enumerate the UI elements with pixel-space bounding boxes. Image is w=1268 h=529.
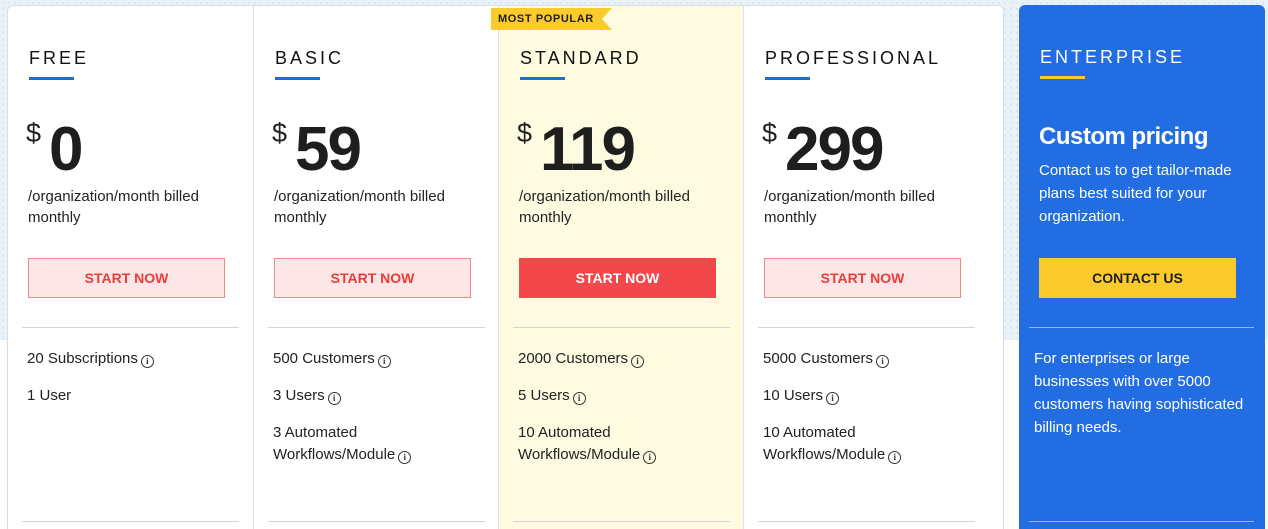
currency-symbol: $ (517, 118, 533, 148)
plan-name: BASIC (275, 48, 345, 68)
feature-list: 5000 Customers i 10 Users i 10 Automated W… (763, 348, 978, 481)
currency-symbol: $ (762, 118, 778, 148)
feature-text: 2000 Customers (518, 350, 629, 367)
price-amount: 119 (540, 115, 636, 184)
info-icon[interactable]: i (377, 355, 391, 368)
custom-pricing-heading: Custom pricing (1039, 123, 1209, 150)
plan-basic: BASIC $ 59 /organization/month billed mo… (253, 6, 498, 529)
divider (22, 521, 239, 522)
billing-period: /organization/month billed monthly (274, 188, 445, 226)
feature-text: 10 Automated Workflows/Module (763, 424, 886, 463)
feature-list: 20 Subscriptions i 1 User (27, 348, 242, 422)
divider (513, 521, 730, 522)
feature-item: 10 Users i (763, 385, 978, 407)
divider (22, 327, 239, 328)
start-now-button[interactable]: START NOW (519, 258, 716, 298)
plan-free: FREE $ 0 /organization/month billed mont… (8, 6, 253, 529)
billing-period: /organization/month billed monthly (519, 188, 690, 226)
start-now-button[interactable]: START NOW (274, 258, 471, 298)
feature-text: 5000 Customers (763, 350, 874, 367)
feature-text: 20 Subscriptions (27, 350, 138, 367)
plan-name: ENTERPRISE (1040, 47, 1186, 67)
plan-name-underline (765, 77, 810, 80)
info-icon[interactable]: i (572, 392, 586, 405)
feature-item: 3 Users i (273, 385, 488, 407)
plan-name: PROFESSIONAL (765, 48, 942, 68)
pricing-plans-card: FREE $ 0 /organization/month billed mont… (7, 5, 1004, 529)
feature-item: 2000 Customers i (518, 348, 733, 370)
plan-name: STANDARD (520, 48, 642, 68)
price-amount: 299 (785, 115, 884, 184)
divider (1029, 327, 1254, 328)
plan-name-underline (520, 77, 565, 80)
divider (268, 521, 485, 522)
feature-item: 5000 Customers i (763, 348, 978, 370)
billing-period: /organization/month billed monthly (28, 188, 199, 226)
divider (1029, 521, 1254, 522)
info-icon[interactable]: i (643, 451, 657, 464)
plan-standard: STANDARD $ 119 /organization/month bille… (498, 6, 743, 529)
currency-symbol: $ (26, 118, 42, 148)
feature-text: 10 Users (763, 387, 824, 404)
feature-item: 20 Subscriptions i (27, 348, 242, 370)
info-icon[interactable]: i (826, 392, 840, 405)
price-amount: 0 (49, 115, 84, 184)
price-amount: 59 (295, 115, 362, 184)
contact-us-button[interactable]: CONTACT US (1039, 258, 1236, 298)
plan-name: FREE (29, 48, 90, 68)
plan-professional: PROFESSIONAL $ 299 /organization/month b… (743, 6, 1003, 529)
feature-text: 5 Users (518, 387, 570, 404)
enterprise-note: For enterprises or large businesses with… (1034, 350, 1244, 436)
divider (758, 521, 975, 522)
feature-item: 5 Users i (518, 385, 733, 407)
feature-text: 1 User (27, 387, 72, 404)
billing-period: /organization/month billed monthly (764, 188, 935, 226)
info-icon[interactable]: i (631, 355, 645, 368)
feature-text: 3 Users (273, 387, 325, 404)
plan-name-underline (1040, 76, 1085, 79)
feature-item: 500 Customers i (273, 348, 488, 370)
most-popular-badge: MOST POPULAR (491, 8, 612, 30)
divider (758, 327, 975, 328)
feature-list: 2000 Customers i 5 Users i 10 Automated Wo… (518, 348, 733, 481)
feature-text: 10 Automated Workflows/Module (518, 424, 641, 463)
feature-item: 10 Automated Workflows/Module i (518, 422, 683, 466)
start-now-button[interactable]: START NOW (28, 258, 225, 298)
divider (513, 327, 730, 328)
feature-item: 1 User (27, 385, 242, 407)
plan-name-underline (29, 77, 74, 80)
feature-text: 500 Customers (273, 350, 375, 367)
plan-name-underline (275, 77, 320, 80)
enterprise-description: Contact us to get tailor-made plans best… (1039, 162, 1232, 225)
info-icon[interactable]: i (140, 355, 154, 368)
start-now-button[interactable]: START NOW (764, 258, 961, 298)
feature-item: 3 Automated Workflows/Module i (273, 422, 438, 466)
plan-enterprise: ENTERPRISE Custom pricing Contact us to … (1019, 5, 1265, 529)
info-icon[interactable]: i (327, 392, 341, 405)
feature-text: 3 Automated Workflows/Module (273, 424, 396, 463)
info-icon[interactable]: i (888, 451, 902, 464)
divider (268, 327, 485, 328)
info-icon[interactable]: i (876, 355, 890, 368)
feature-list: 500 Customers i 3 Users i 3 Automated Work… (273, 348, 488, 481)
feature-item: 10 Automated Workflows/Module i (763, 422, 928, 466)
currency-symbol: $ (272, 118, 288, 148)
info-icon[interactable]: i (398, 451, 412, 464)
